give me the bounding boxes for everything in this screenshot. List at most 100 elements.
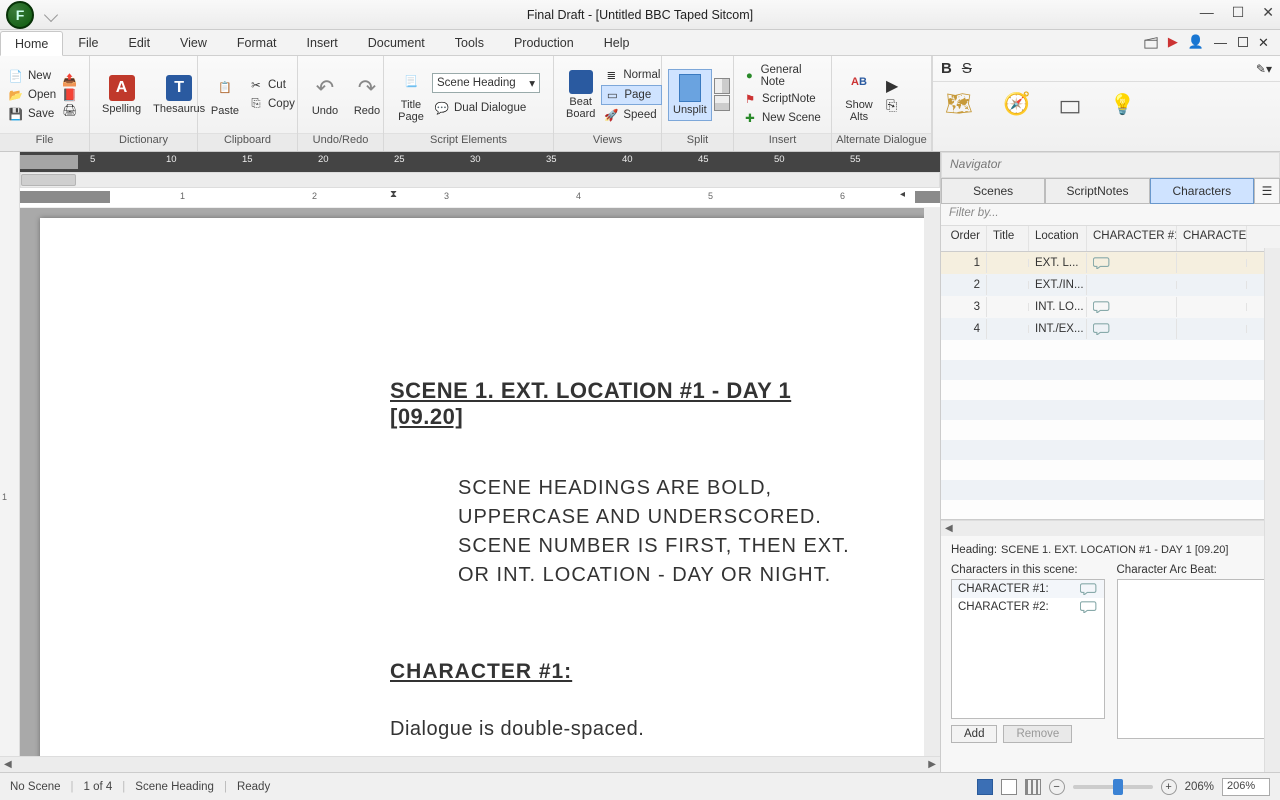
mdi-minimize-button[interactable]: — xyxy=(1214,35,1228,49)
heading-value: SCENE 1. EXT. LOCATION #1 - DAY 1 [09.20… xyxy=(1001,544,1228,556)
indent-marker-icon[interactable]: ⧗ xyxy=(390,189,397,200)
action-text[interactable]: SCENE HEADINGS ARE BOLD, UPPERCASE AND U… xyxy=(458,474,870,590)
qat-dropdown-icon[interactable] xyxy=(44,7,58,21)
tab-tools[interactable]: Tools xyxy=(440,30,499,55)
col-character2[interactable]: CHARACTE xyxy=(1177,226,1247,251)
tab-document[interactable]: Document xyxy=(353,30,440,55)
show-alts-button[interactable]: ABShow Alts xyxy=(838,65,880,125)
status-state: Ready xyxy=(237,781,270,793)
col-character1[interactable]: CHARACTER #1: xyxy=(1087,226,1177,251)
layout-normal-icon[interactable] xyxy=(977,779,993,795)
status-element: Scene Heading xyxy=(135,781,214,793)
filter-input[interactable]: Filter by... xyxy=(941,204,1280,226)
nav-tab-scriptnotes[interactable]: ScriptNotes xyxy=(1045,178,1149,204)
bulb-icon[interactable]: 💡 xyxy=(1110,92,1135,117)
script-page[interactable]: SCENE 1. EXT. LOCATION #1 - DAY 1 [09.20… xyxy=(40,218,930,756)
minimize-button[interactable]: — xyxy=(1200,4,1214,21)
next-alt-icon[interactable]: ▶ xyxy=(886,76,898,96)
zoom-in-button[interactable]: + xyxy=(1161,779,1177,795)
add-button[interactable]: Add xyxy=(951,725,997,743)
user-icon[interactable]: 👤 xyxy=(1188,34,1204,50)
outline-scrollbar[interactable] xyxy=(20,172,940,188)
characters-listbox[interactable]: CHARACTER #1:CHARACTER #2: xyxy=(951,579,1105,719)
tab-edit[interactable]: Edit xyxy=(114,30,166,55)
bold-button[interactable]: B xyxy=(941,60,952,77)
new-scene-button[interactable]: ✚New Scene xyxy=(740,109,825,127)
right-indent-marker-icon[interactable]: ◂ xyxy=(900,189,905,200)
spelling-button[interactable]: ASpelling xyxy=(96,73,147,117)
col-order[interactable]: Order xyxy=(941,226,987,251)
page-background[interactable]: SCENE 1. EXT. LOCATION #1 - DAY 1 [09.20… xyxy=(20,208,940,756)
copy-alt-icon[interactable]: ⎘ xyxy=(886,97,898,114)
element-type-combo[interactable]: Scene Heading▾ xyxy=(432,73,540,93)
table-row[interactable]: 2EXT./IN... xyxy=(941,274,1280,296)
beat-board-button[interactable]: Beat Board xyxy=(560,68,601,122)
dual-dialogue-button[interactable]: 💬Dual Dialogue xyxy=(432,99,540,117)
mdi-restore-button[interactable] xyxy=(1238,37,1248,47)
mdi-close-button[interactable]: ✕ xyxy=(1258,35,1272,49)
maximize-button[interactable]: ☐ xyxy=(1232,4,1245,21)
table-row[interactable]: 4INT./EX... xyxy=(941,318,1280,340)
tab-file[interactable]: File xyxy=(63,30,113,55)
view-page-button[interactable]: ▭Page xyxy=(601,85,662,105)
cut-button[interactable]: ✂Cut xyxy=(246,76,297,94)
open-button[interactable]: 📂Open xyxy=(6,86,58,104)
table-row[interactable]: 1EXT. L... xyxy=(941,252,1280,274)
pdf-icon[interactable]: 📕 xyxy=(62,88,77,102)
title-page-button[interactable]: 📃Title Page xyxy=(390,65,432,125)
tab-production[interactable]: Production xyxy=(499,30,589,55)
clapper-icon[interactable] xyxy=(1144,35,1158,49)
compass-icon[interactable]: 🧭 xyxy=(1003,91,1030,117)
list-item[interactable]: CHARACTER #2: xyxy=(952,598,1104,616)
split-horizontal-icon[interactable] xyxy=(714,95,730,111)
col-location[interactable]: Location xyxy=(1029,226,1087,251)
play-icon[interactable]: ▶ xyxy=(1168,34,1178,50)
remove-button[interactable]: Remove xyxy=(1003,725,1072,743)
clapper-small-icon[interactable] xyxy=(1060,94,1080,114)
zoom-input[interactable]: 206% xyxy=(1222,778,1270,796)
nav-options-icon[interactable]: ☰ xyxy=(1254,178,1280,204)
character-cue[interactable]: CHARACTER #1: xyxy=(390,660,870,684)
paste-button[interactable]: 📋Paste xyxy=(204,71,246,119)
close-button[interactable]: ✕ xyxy=(1262,4,1274,21)
view-normal-button[interactable]: ≣Normal xyxy=(601,66,662,84)
tab-format[interactable]: Format xyxy=(222,30,292,55)
export-icon[interactable]: 📤 xyxy=(62,73,77,87)
tab-insert[interactable]: Insert xyxy=(292,30,353,55)
layout-page-icon[interactable] xyxy=(1001,779,1017,795)
zoom-slider[interactable] xyxy=(1073,785,1153,789)
tab-home[interactable]: Home xyxy=(0,31,63,56)
navigator-title: Navigator xyxy=(941,152,1280,178)
col-title[interactable]: Title xyxy=(987,226,1029,251)
unsplit-button[interactable]: Unsplit xyxy=(668,69,712,121)
table-row[interactable]: 3INT. LO... xyxy=(941,296,1280,318)
view-speed-button[interactable]: 🚀Speed xyxy=(601,106,662,124)
split-vertical-icon[interactable] xyxy=(714,78,730,94)
zoom-out-button[interactable]: − xyxy=(1049,779,1065,795)
doc-vertical-scrollbar[interactable] xyxy=(924,208,940,756)
scene-heading-text[interactable]: SCENE 1. EXT. LOCATION #1 - DAY 1 [09.20… xyxy=(390,378,870,430)
scriptnote-button[interactable]: ⚑ScriptNote xyxy=(740,90,825,108)
layout-grid-icon[interactable] xyxy=(1025,779,1041,795)
grid-horizontal-scrollbar[interactable]: ◀▶ xyxy=(941,520,1280,536)
dialogue-text[interactable]: Dialogue is double-spaced. xyxy=(390,718,870,741)
status-scene: No Scene xyxy=(10,781,61,793)
map-icon[interactable]: 🗺 xyxy=(945,91,973,117)
print-icon[interactable]: 🖨 xyxy=(62,103,77,117)
tab-help[interactable]: Help xyxy=(589,30,645,55)
navigator-scrollbar[interactable] xyxy=(1264,248,1280,772)
strike-button[interactable]: S xyxy=(962,60,972,77)
nav-tab-characters[interactable]: Characters xyxy=(1150,178,1254,204)
undo-button[interactable]: ↶Undo xyxy=(304,71,346,119)
redo-button[interactable]: ↷Redo xyxy=(346,71,388,119)
general-note-button[interactable]: ●General Note xyxy=(740,63,825,89)
highlight-icon[interactable]: ✎▾ xyxy=(1256,62,1272,76)
copy-button[interactable]: ⎘Copy xyxy=(246,95,297,113)
list-item[interactable]: CHARACTER #1: xyxy=(952,580,1104,598)
new-button[interactable]: 📄New xyxy=(6,67,58,85)
save-button[interactable]: 💾Save xyxy=(6,105,58,123)
doc-horizontal-scrollbar[interactable]: ◀▶ xyxy=(0,756,940,772)
nav-tab-scenes[interactable]: Scenes xyxy=(941,178,1045,204)
arc-beat-textbox[interactable] xyxy=(1117,579,1271,739)
tab-view[interactable]: View xyxy=(165,30,222,55)
